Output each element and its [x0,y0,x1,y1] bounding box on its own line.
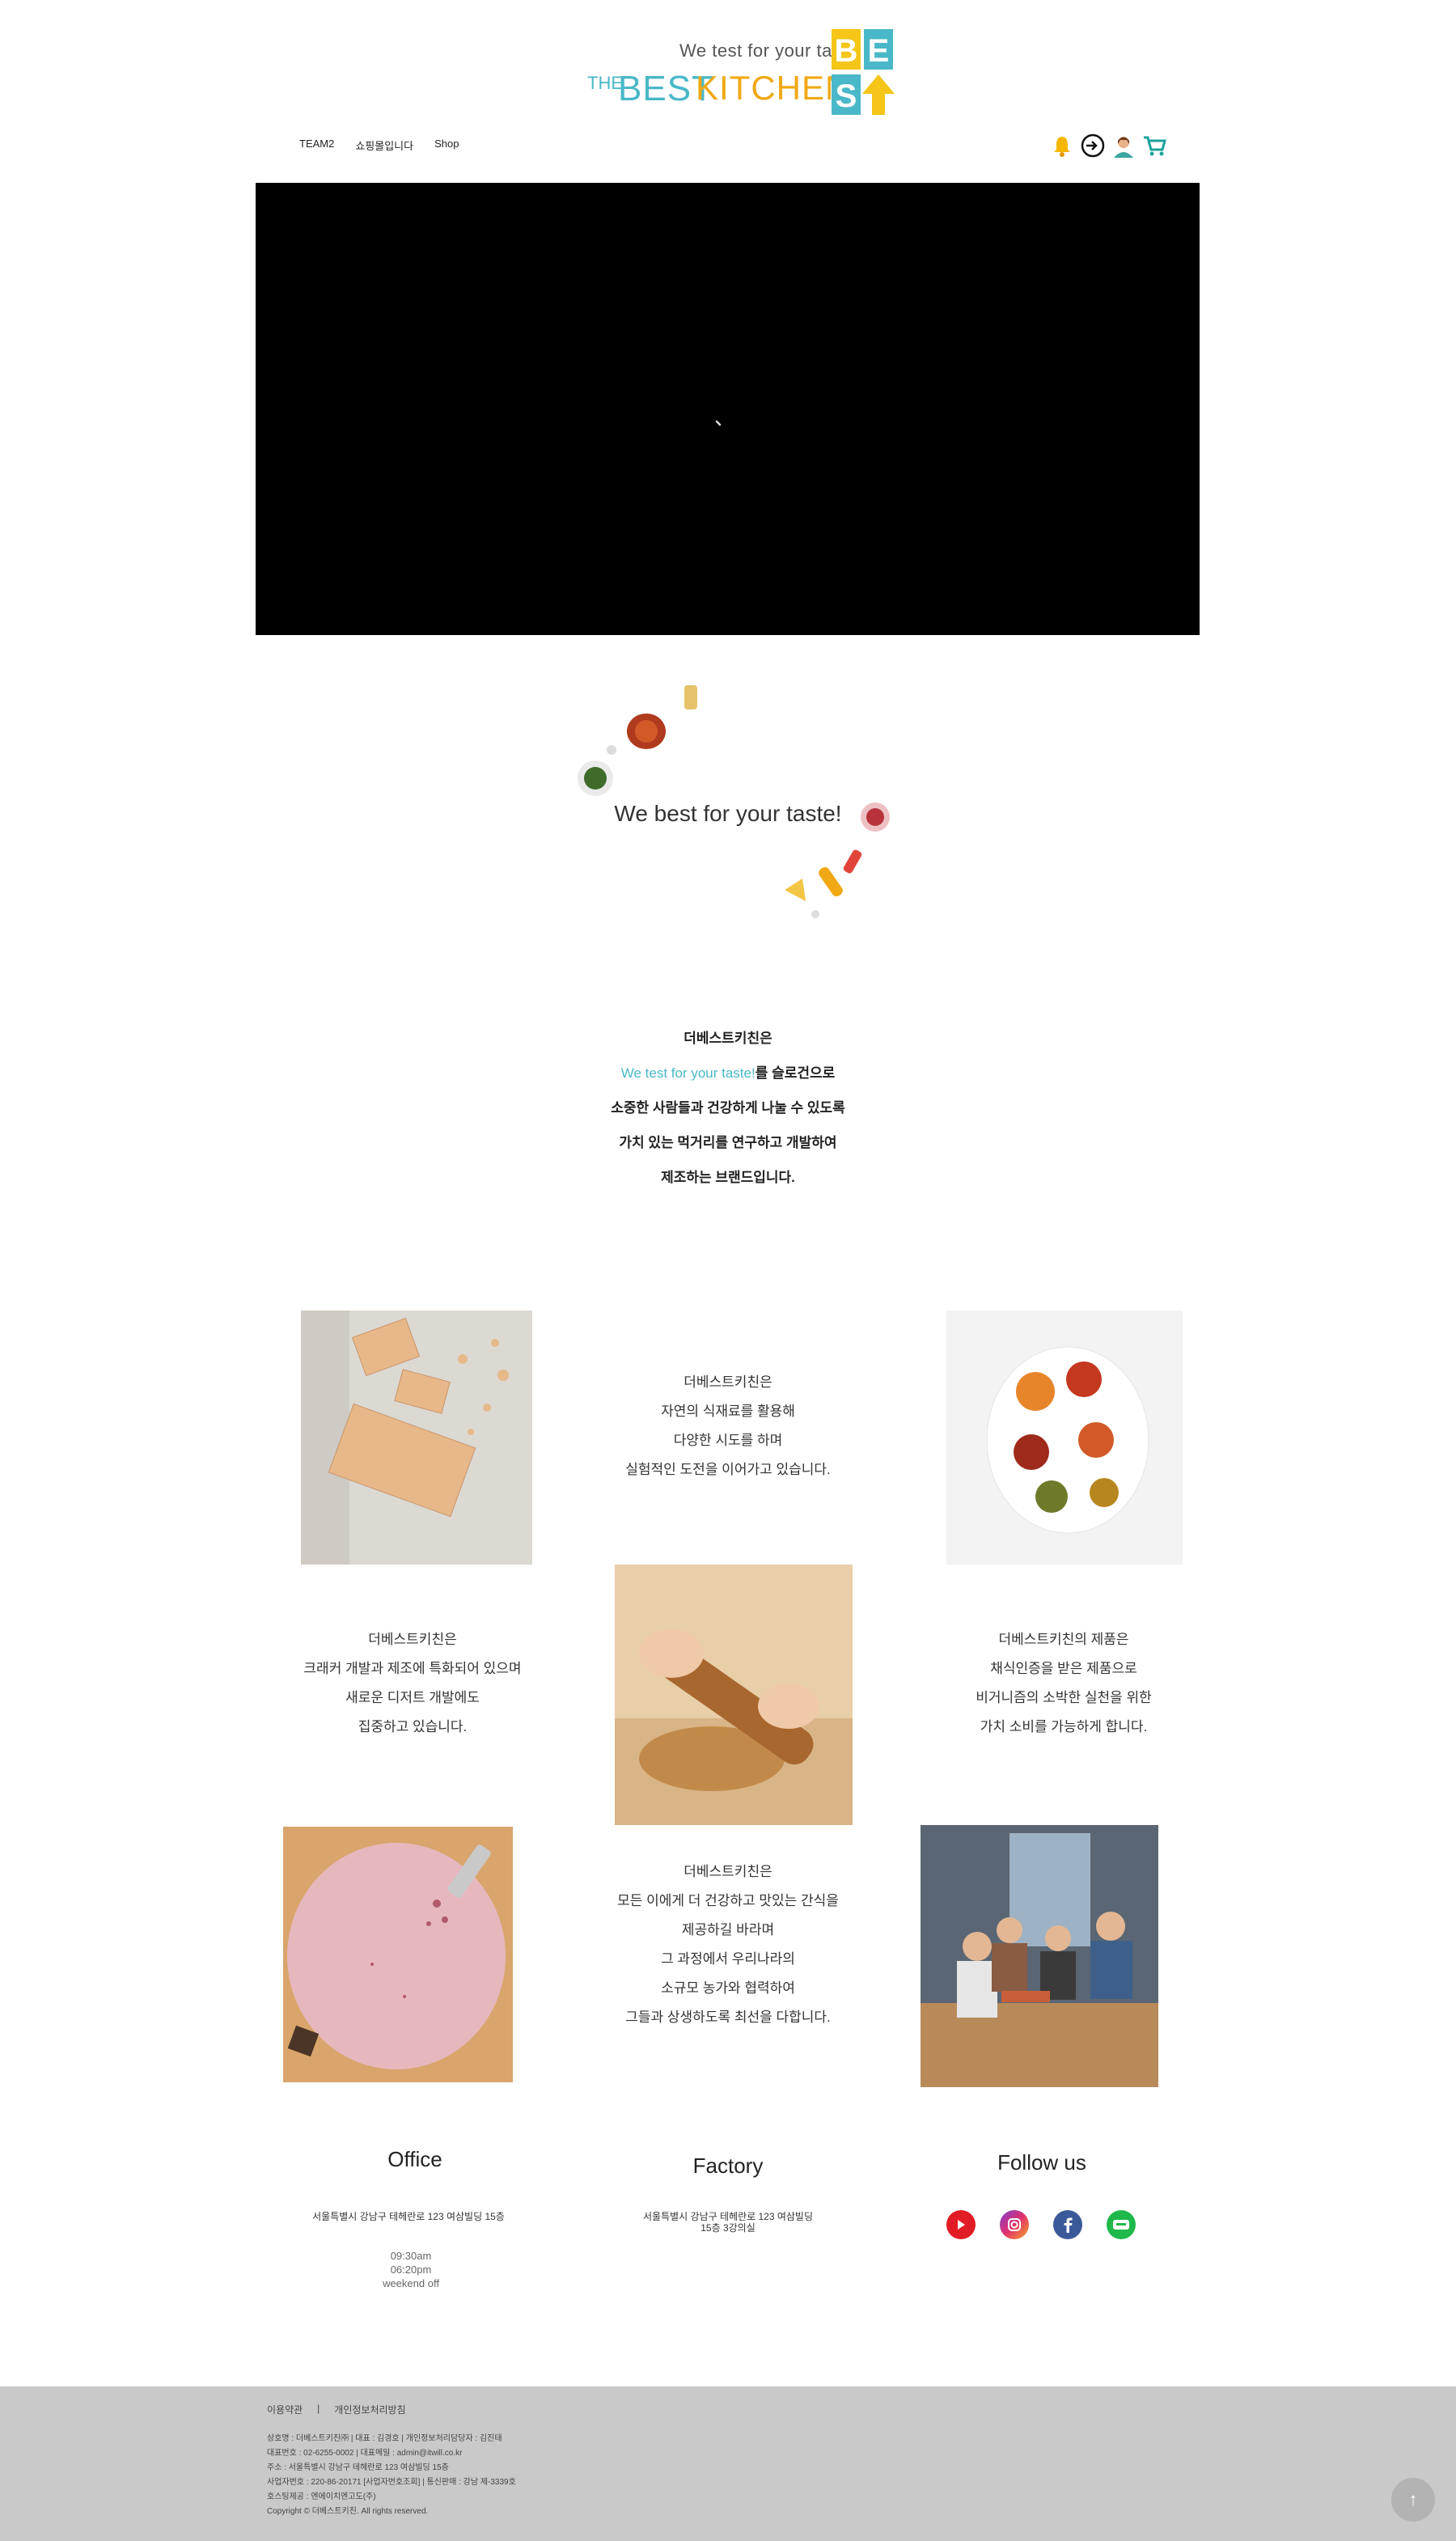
cracker-paragraph: 더베스트키친은 크래커 개발과 제조에 특화되어 있으며 새로운 디저트 개발에… [267,1625,558,1742]
svg-text:B: B [835,33,858,69]
privacy-policy-link[interactable]: 개인정보처리방침 [334,2403,405,2416]
logo-kitchen: KITCHEN [696,69,851,107]
paragraph-line: 소규모 농가와 협력하여 [661,1980,795,1996]
pink-dough-photo [283,1827,513,2082]
svg-text:E: E [868,33,890,69]
paragraph-line: 그들과 상생하도록 최선을 다합니다. [625,2010,831,2025]
site-footer: 이용약관 | 개인정보처리방침 상호명 : 더베스트키친㈜ | 대표 : 김경호… [0,2386,1456,2541]
instagram-icon[interactable] [1000,2210,1029,2239]
brand-intro-line: 더베스트키친은 [684,1031,772,1046]
people-dining-photo [921,1825,1158,2087]
brand-intro-line: 가치 있는 먹거리를 연구하고 개발하여 [619,1135,837,1150]
scroll-to-top-button[interactable]: ↑ [1391,2478,1435,2522]
user-icon[interactable] [1110,132,1137,159]
hours-open: 09:30am [390,2250,432,2262]
brand-slogan-highlight: We test for your taste! [620,1065,756,1081]
paragraph-line: 자연의 식재료를 활용해 [661,1404,795,1419]
nav-shopping-mall[interactable]: 쇼핑몰입니다 [355,138,413,153]
paragraph-line: 크래커 개발과 제조에 특화되어 있으며 [303,1661,522,1676]
nav-team2[interactable]: TEAM2 [299,138,334,153]
company-info-line: 호스팅제공 : 엔에이치엔고도(주) [267,2492,376,2501]
paragraph-line: 다양한 시도를 하며 [673,1433,783,1448]
factory-title: Factory [692,2153,764,2178]
hours-weekend: weekend off [383,2277,439,2289]
company-info-line: 대표번호 : 02-6255-0002 | 대표메일 : admin@itwil… [267,2449,463,2458]
paragraph-line: 실험적인 도전을 이어가고 있습니다. [625,1462,831,1477]
office-address: 서울특별시 강남구 테헤란로 123 여삼빌딩 15층 [312,2211,505,2222]
office-hours: 09:30am 06:20pm weekend off [334,2249,488,2290]
footer-links: 이용약관 | 개인정보처리방침 [267,2403,406,2416]
paragraph-line: 비거니즘의 소박한 실천을 위한 [976,1690,1152,1705]
nav-shop[interactable]: Shop [434,138,459,153]
factory-address-line: 서울특별시 강남구 테헤란로 123 여삼빌딩 [643,2211,813,2222]
cart-icon[interactable] [1141,132,1168,159]
logo-tagline: We test for your taste [679,40,857,61]
paragraph-line: 더베스트키친의 제품은 [998,1632,1129,1647]
social-links [946,2210,1136,2239]
company-info-line: 상호명 : 더베스트키친㈜ | 대표 : 김경호 | 개인정보처리담당자 : 김… [267,2434,502,2443]
facebook-icon[interactable] [1053,2210,1082,2239]
hours-close: 06:20pm [390,2264,432,2276]
company-info: 상호명 : 더베스트키친㈜ | 대표 : 김경호 | 개인정보처리담당자 : 김… [267,2432,516,2519]
paragraph-line: 모든 이에게 더 건강하고 맛있는 간식을 [617,1893,839,1908]
brand-intro-line: 소중한 사람들과 건강하게 나눌 수 있도록 [611,1100,845,1116]
hero-video[interactable] [256,183,1200,635]
food-bowls-illustration [578,685,697,796]
side-dishes-photo [946,1311,1183,1565]
factory-address-line: 15층 3강의실 [700,2222,756,2234]
farm-paragraph: 더베스트키친은 모든 이에게 더 건강하고 맛있는 간식을 제공하길 바라며 그… [582,1857,874,2032]
brand-intro-text: 를 슬로건으로 [755,1065,836,1081]
footer-separator: | [317,2403,320,2414]
bell-icon[interactable] [1048,132,1076,159]
blog-icon[interactable] [1107,2210,1136,2239]
hero-slogan: We best for your taste! [614,801,842,826]
follow-us-title: Follow us [997,2150,1086,2175]
login-icon[interactable] [1079,132,1107,159]
crackers-photo [301,1311,532,1565]
rolling-dough-photo [615,1565,853,1825]
main-nav: TEAM2 쇼핑몰입니다 Shop [299,138,459,153]
brand-logo[interactable]: We test for your taste THE BEST KITCHEN … [582,24,898,121]
company-info-line: 주소 : 서울특별시 강남구 테헤란로 123 여삼빌딩 15층 [267,2463,449,2472]
paragraph-line: 그 과정에서 우리나라의 [661,1951,795,1967]
paragraph-line: 새로운 디저트 개발에도 [345,1690,480,1705]
header-icon-group [1048,132,1168,159]
paragraph-line: 더베스트키친은 [368,1632,457,1647]
paragraph-line: 더베스트키친은 [684,1374,772,1390]
terms-link[interactable]: 이용약관 [267,2403,303,2416]
intro-paragraph: 더베스트키친은 자연의 식재료를 활용해 다양한 시도를 하며 실험적인 도전을… [599,1368,857,1484]
brand-intro-line: We test for your taste!를 슬로건으로 [485,1056,971,1091]
factory-address: 서울특별시 강남구 테헤란로 123 여삼빌딩 15층 3강의실 [599,2211,857,2234]
company-info-line: 사업자번호 : 220-86-20171 [사업자번호조회] | 통신판매 : … [267,2478,516,2487]
paragraph-line: 제공하길 바라며 [681,1922,775,1938]
office-title: Office [387,2147,442,2171]
paragraph-line: 집중하고 있습니다. [358,1719,468,1734]
svg-text:S: S [836,78,857,114]
brand-intro: 더베스트키친은 We test for your taste!를 슬로건으로 소… [485,1021,971,1195]
copyright-text: Copyright © 더베스트키친. All rights reserved. [267,2507,429,2516]
loading-spinner-icon [715,420,722,426]
paragraph-line: 채식인증을 받은 제품으로 [990,1661,1137,1676]
paragraph-line: 가치 소비를 가능하게 합니다. [980,1719,1148,1734]
vegan-paragraph: 더베스트키친의 제품은 채식인증을 받은 제품으로 비거니즘의 소박한 실천을 … [922,1625,1205,1742]
brand-intro-line: 제조하는 브랜드입니다. [661,1170,795,1185]
paragraph-line: 더베스트키친은 [684,1864,772,1879]
youtube-icon[interactable] [946,2210,976,2239]
logo-best-blocks: B E S [832,29,895,115]
